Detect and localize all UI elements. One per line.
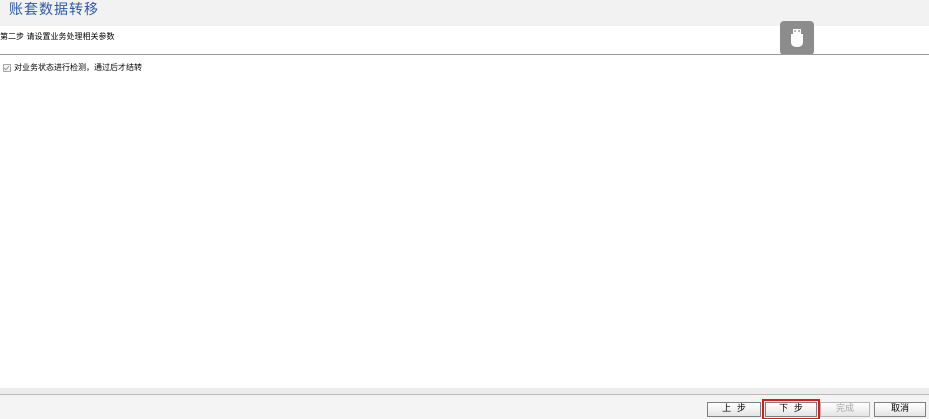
prev-step-button[interactable]: 上 步	[707, 402, 761, 417]
window-title: 账套数据转移	[9, 2, 99, 18]
check-business-status-option[interactable]: 对业务状态进行检测，通过后才结转	[3, 63, 142, 73]
data-transfer-window: 账套数据转移 第二步 请设置业务处理相关参数 对业务状态进行检测，通过后才结转 …	[0, 0, 929, 419]
cancel-button[interactable]: 取消	[874, 402, 926, 417]
header-divider	[0, 54, 929, 55]
next-step-button[interactable]: 下 步	[762, 399, 820, 419]
usb-drive-icon[interactable]	[780, 21, 814, 55]
check-business-status-checkbox[interactable]	[3, 64, 11, 72]
check-business-status-label: 对业务状态进行检测，通过后才结转	[14, 63, 142, 72]
finish-button[interactable]: 完成	[820, 402, 870, 417]
step-instruction: 第二步 请设置业务处理相关参数	[0, 32, 115, 41]
